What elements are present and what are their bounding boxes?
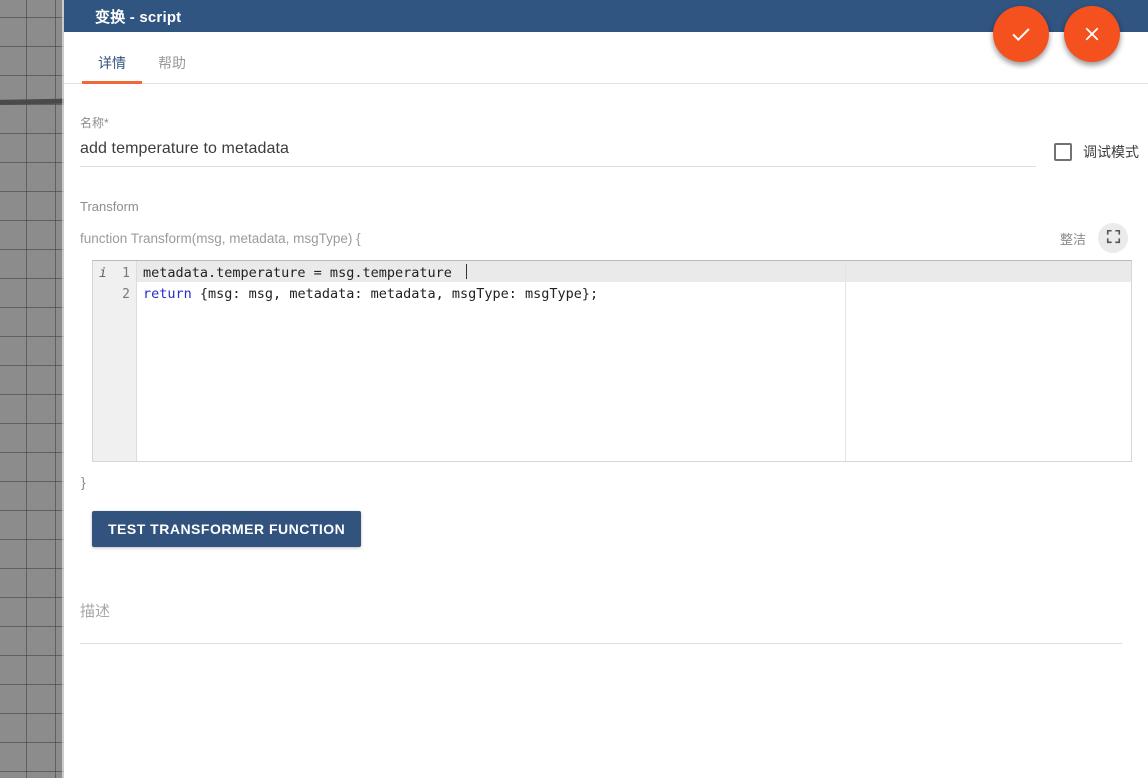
tab-details[interactable]: 详情 bbox=[82, 56, 142, 83]
tab-help[interactable]: 帮助 bbox=[142, 56, 202, 83]
dialog-header: 变换 - script bbox=[64, 0, 1148, 32]
function-closing-brace: } bbox=[81, 474, 1132, 490]
gutter-line-1: i 1 bbox=[93, 263, 136, 284]
editor-gutter: i 1 2 bbox=[93, 261, 137, 461]
name-field[interactable]: 名称* add temperature to metadata bbox=[80, 114, 1036, 167]
text-cursor bbox=[466, 264, 467, 279]
node-connection-link bbox=[0, 99, 66, 105]
info-marker-icon[interactable]: i bbox=[99, 263, 107, 284]
name-input-value[interactable]: add temperature to metadata bbox=[80, 140, 289, 157]
dialog-tabs: 详情 帮助 bbox=[64, 32, 1148, 84]
transform-section-title: Transform bbox=[80, 199, 1132, 214]
fullscreen-button[interactable] bbox=[1098, 223, 1128, 253]
close-icon bbox=[1081, 23, 1103, 45]
description-placeholder: 描述 bbox=[80, 603, 110, 620]
node-details-dialog: 变换 - script 详情 帮助 名称* add temper bbox=[64, 0, 1148, 778]
name-label: 名称* bbox=[80, 114, 1036, 131]
line-number-1: 1 bbox=[122, 266, 130, 281]
accept-button[interactable] bbox=[993, 6, 1049, 62]
code-line-2-text: {msg: msg, metadata: metadata, msgType: … bbox=[192, 286, 598, 302]
transform-section: Transform function Transform(msg, metada… bbox=[80, 199, 1132, 547]
function-signature: function Transform(msg, metadata, msgTyp… bbox=[80, 231, 361, 246]
code-line-2[interactable]: return {msg: msg, metadata: metadata, ms… bbox=[137, 284, 1131, 305]
dialog-body: 名称* add temperature to metadata 调试模式 Tra… bbox=[64, 84, 1148, 644]
code-editor[interactable]: i 1 2 metadata.temperature = msg.tempera… bbox=[92, 260, 1132, 462]
check-icon bbox=[1009, 22, 1033, 46]
gutter-line-2: 2 bbox=[93, 284, 136, 305]
line-number-2: 2 bbox=[122, 287, 130, 302]
test-transformer-function-button[interactable]: TEST TRANSFORMER FUNCTION bbox=[92, 511, 361, 547]
rule-chain-canvas-backdrop bbox=[0, 0, 64, 778]
debug-mode-label: 调试模式 bbox=[1083, 142, 1139, 162]
debug-mode-checkbox[interactable] bbox=[1054, 143, 1072, 161]
tidy-button[interactable]: 整洁 bbox=[1056, 227, 1090, 250]
code-line-1[interactable]: metadata.temperature = msg.temperature bbox=[137, 263, 1131, 284]
editor-toolbar: 整洁 bbox=[1056, 223, 1132, 253]
description-field[interactable]: 描述 bbox=[80, 600, 1122, 644]
fullscreen-expand-icon bbox=[1106, 229, 1121, 247]
dialog-title: 变换 - script bbox=[95, 6, 181, 27]
function-signature-row: function Transform(msg, metadata, msgTyp… bbox=[80, 225, 1132, 251]
debug-mode-checkbox-group[interactable]: 调试模式 bbox=[1054, 142, 1139, 162]
tab-help-label: 帮助 bbox=[158, 55, 186, 71]
code-line-1-text: metadata.temperature = msg.temperature bbox=[143, 265, 460, 281]
cancel-button[interactable] bbox=[1064, 6, 1120, 62]
code-keyword-return: return bbox=[143, 286, 192, 302]
tab-details-label: 详情 bbox=[98, 55, 126, 71]
editor-code-area[interactable]: metadata.temperature = msg.temperature r… bbox=[137, 261, 1131, 461]
name-row: 名称* add temperature to metadata 调试模式 bbox=[80, 84, 1132, 167]
required-marker: * bbox=[104, 116, 109, 130]
